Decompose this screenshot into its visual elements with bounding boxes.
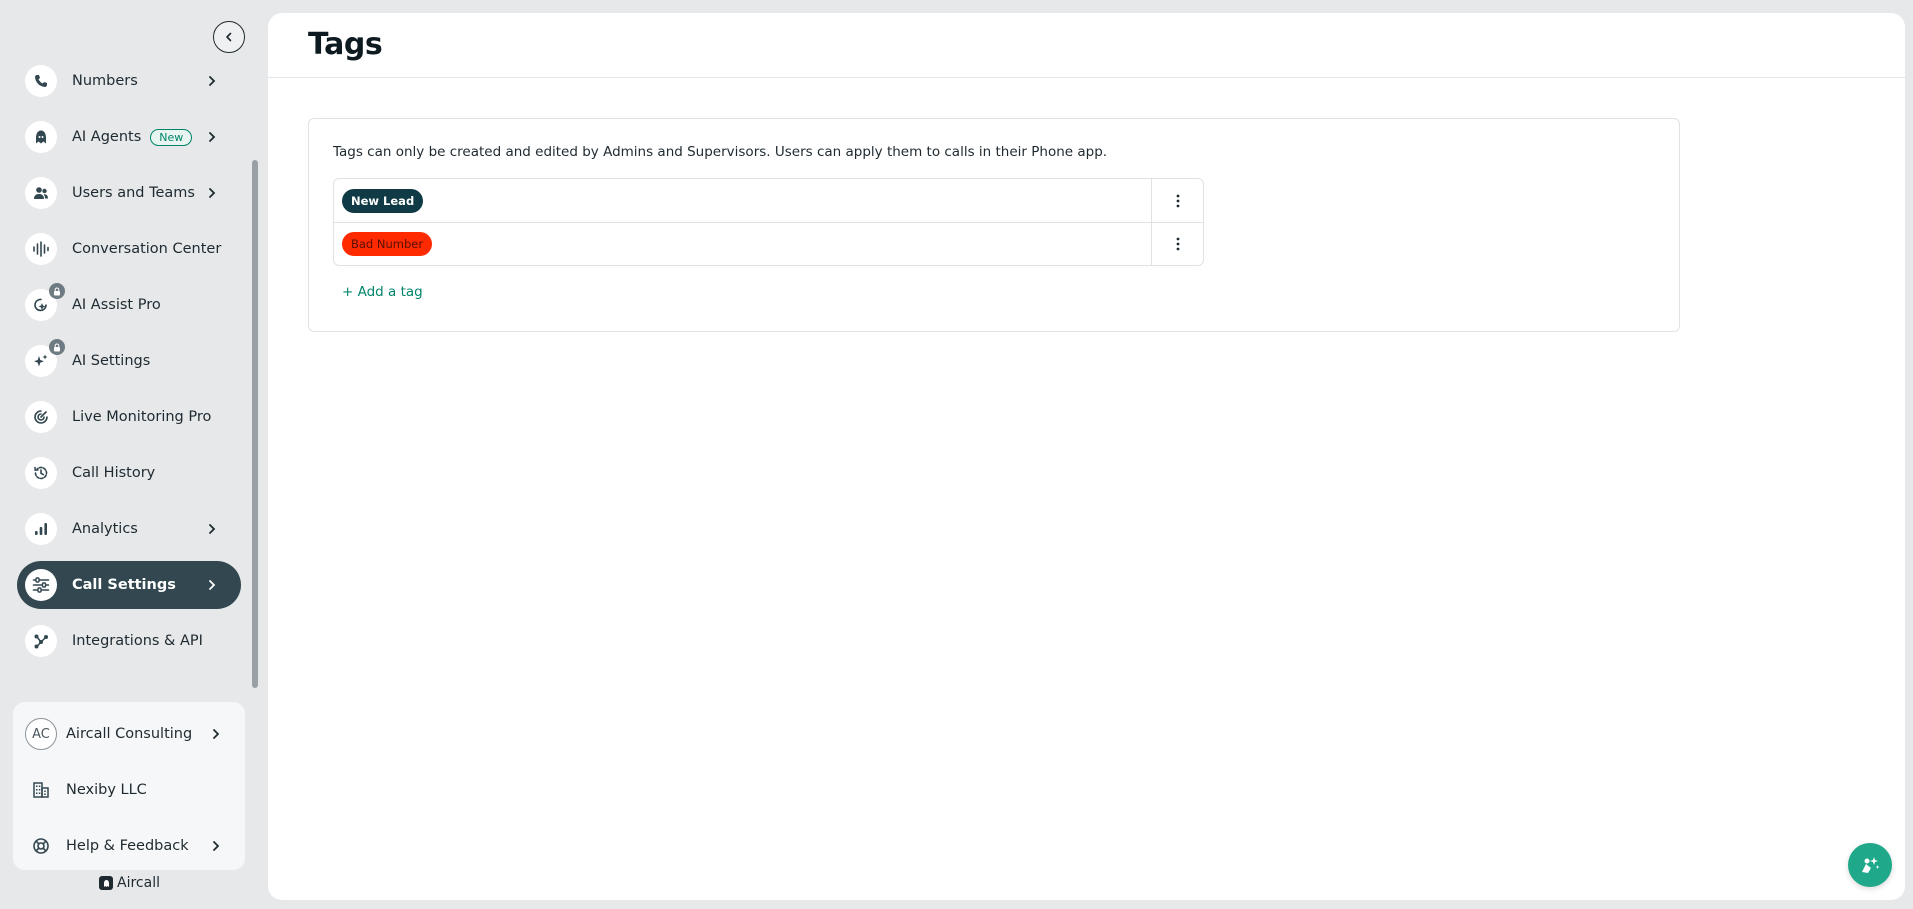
avatar: AC: [25, 718, 57, 750]
collapse-sidebar-button[interactable]: [213, 21, 245, 53]
waveform-icon: [25, 233, 57, 265]
lock-icon: [49, 283, 65, 299]
sidebar-item-users-and-teams[interactable]: Users and Teams: [17, 169, 241, 217]
integrations-icon: [25, 625, 57, 657]
tags-card: Tags can only be created and edited by A…: [308, 118, 1680, 332]
users-icon: [25, 177, 57, 209]
bar-chart-icon: [25, 513, 57, 545]
ai-agent-icon: [25, 121, 57, 153]
sidebar-item-integrations-api[interactable]: Integrations & API: [17, 617, 241, 665]
sidebar-item-label: Users and Teams: [72, 185, 195, 201]
sidebar-item-analytics[interactable]: Analytics: [17, 505, 241, 553]
chevron-right-icon: [209, 132, 216, 142]
building-icon: [25, 774, 57, 806]
tags-info-text: Tags can only be created and edited by A…: [333, 144, 1108, 160]
chevron-right-icon: [209, 76, 216, 86]
sidebar-item-call-history[interactable]: Call History: [17, 449, 241, 497]
chevron-right-icon: [209, 580, 216, 590]
sidebar-item-label: Analytics: [72, 521, 138, 537]
tag-pill[interactable]: New Lead: [342, 188, 424, 213]
sidebar-item-ai-settings[interactable]: AI Settings: [17, 337, 241, 385]
add-tag-link[interactable]: + Add a tag: [342, 284, 423, 300]
tag-options-button[interactable]: [1151, 179, 1203, 222]
page-title: Tags: [308, 27, 383, 62]
brand: Aircall: [99, 875, 160, 891]
sidebar-item-numbers[interactable]: Numbers: [17, 57, 241, 105]
sidebar-nav: Numbers AI Agents New Users and Teams Co…: [17, 57, 241, 673]
sidebar-item-label: Live Monitoring Pro: [72, 409, 212, 425]
sparkle-icon: [25, 339, 65, 377]
sidebar-item-label: AI Agents: [72, 129, 142, 145]
ai-assistant-button[interactable]: [1848, 843, 1892, 887]
sliders-icon: [25, 569, 57, 601]
sidebar-item-live-monitoring-pro[interactable]: Live Monitoring Pro: [17, 393, 241, 441]
tag-options-button[interactable]: [1151, 223, 1203, 265]
sidebar-item-label: Numbers: [72, 73, 138, 89]
sidebar-item-label: AI Assist Pro: [72, 297, 161, 313]
list-item: New Lead: [334, 179, 1203, 222]
more-vertical-icon: [1176, 194, 1179, 207]
lifebuoy-icon: [25, 830, 57, 862]
sidebar-item-ai-agents[interactable]: AI Agents New: [17, 113, 241, 161]
sidebar-item-label: Call Settings: [72, 577, 176, 593]
help-feedback-label: Help & Feedback: [66, 838, 189, 854]
sidebar-item-call-settings[interactable]: Call Settings: [17, 561, 241, 609]
aircall-logo-icon: [99, 876, 113, 890]
sidebar-item-conversation-center[interactable]: Conversation Center: [17, 225, 241, 273]
company-name: Aircall Consulting: [66, 726, 193, 742]
header-divider: [268, 77, 1905, 78]
tags-list: New Lead Bad Number: [333, 178, 1204, 266]
chevron-right-icon: [213, 841, 220, 851]
ai-assist-icon: [25, 283, 65, 321]
help-feedback-item[interactable]: Help & Feedback: [13, 818, 245, 874]
sidebar-item-label: AI Settings: [72, 353, 151, 369]
account-card: AC Aircall Consulting Nexiby LLC Help & …: [13, 702, 245, 870]
brand-name: Aircall: [117, 875, 160, 891]
sparkle-person-icon: [1862, 857, 1880, 873]
company-switcher[interactable]: AC Aircall Consulting: [13, 706, 245, 762]
new-badge: New: [150, 128, 193, 146]
chevron-left-icon: [226, 32, 232, 42]
tag-pill[interactable]: Bad Number: [342, 232, 433, 256]
main-panel: Tags Tags can only be created and edited…: [268, 13, 1905, 900]
sidebar: Numbers AI Agents New Users and Teams Co…: [0, 0, 262, 909]
sidebar-item-label: Integrations & API: [72, 633, 203, 649]
account-item[interactable]: Nexiby LLC: [13, 762, 245, 818]
sidebar-scrollbar[interactable]: [252, 160, 258, 688]
chevron-right-icon: [213, 729, 220, 739]
account-name: Nexiby LLC: [66, 782, 147, 798]
phone-icon: [25, 65, 57, 97]
chevron-right-icon: [209, 524, 216, 534]
sidebar-item-label: Call History: [72, 465, 156, 481]
chevron-right-icon: [209, 188, 216, 198]
history-icon: [25, 457, 57, 489]
lock-icon: [49, 339, 65, 355]
sidebar-item-label: Conversation Center: [72, 241, 222, 257]
list-item: Bad Number: [334, 222, 1203, 265]
more-vertical-icon: [1176, 237, 1179, 251]
sidebar-item-ai-assist-pro[interactable]: AI Assist Pro: [17, 281, 241, 329]
radar-icon: [25, 401, 57, 433]
